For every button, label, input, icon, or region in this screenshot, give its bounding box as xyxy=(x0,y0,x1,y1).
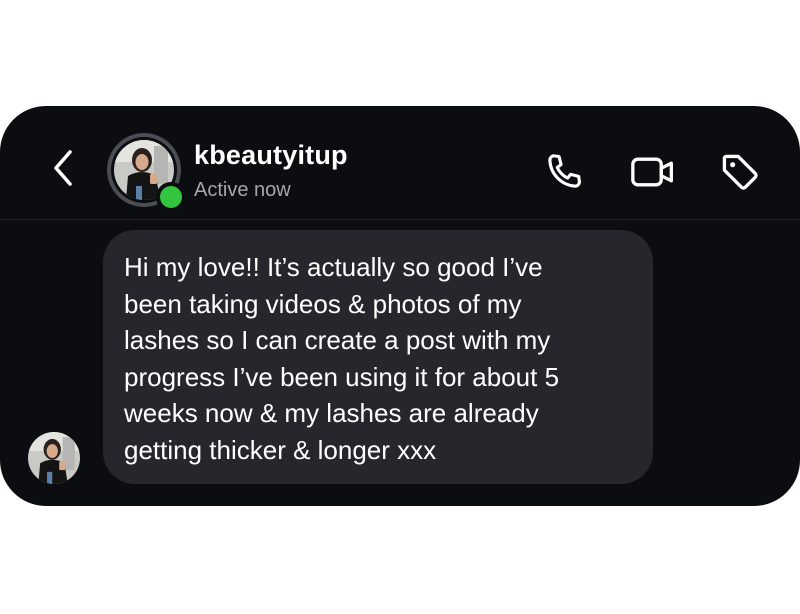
message-text: Hi my love!! It’s actually so good I’ve … xyxy=(124,252,560,465)
tag-button[interactable] xyxy=(718,150,762,194)
sender-avatar[interactable] xyxy=(28,432,80,484)
active-status-dot xyxy=(156,182,186,212)
dm-thread-card: kbeautyitup Active now Hi my love!! It’s… xyxy=(0,106,800,506)
back-chevron-icon xyxy=(54,150,72,186)
phone-icon xyxy=(548,154,581,188)
video-call-button[interactable] xyxy=(629,150,673,194)
tag-icon xyxy=(722,154,758,190)
active-status: Active now xyxy=(194,179,291,201)
video-camera-icon xyxy=(631,157,673,187)
back-button[interactable] xyxy=(46,146,82,190)
thread-header: kbeautyitup Active now xyxy=(0,106,800,220)
message-bubble[interactable]: Hi my love!! It’s actually so good I’ve … xyxy=(103,230,653,484)
call-button[interactable] xyxy=(542,150,586,194)
username[interactable]: kbeautyitup xyxy=(194,140,348,171)
